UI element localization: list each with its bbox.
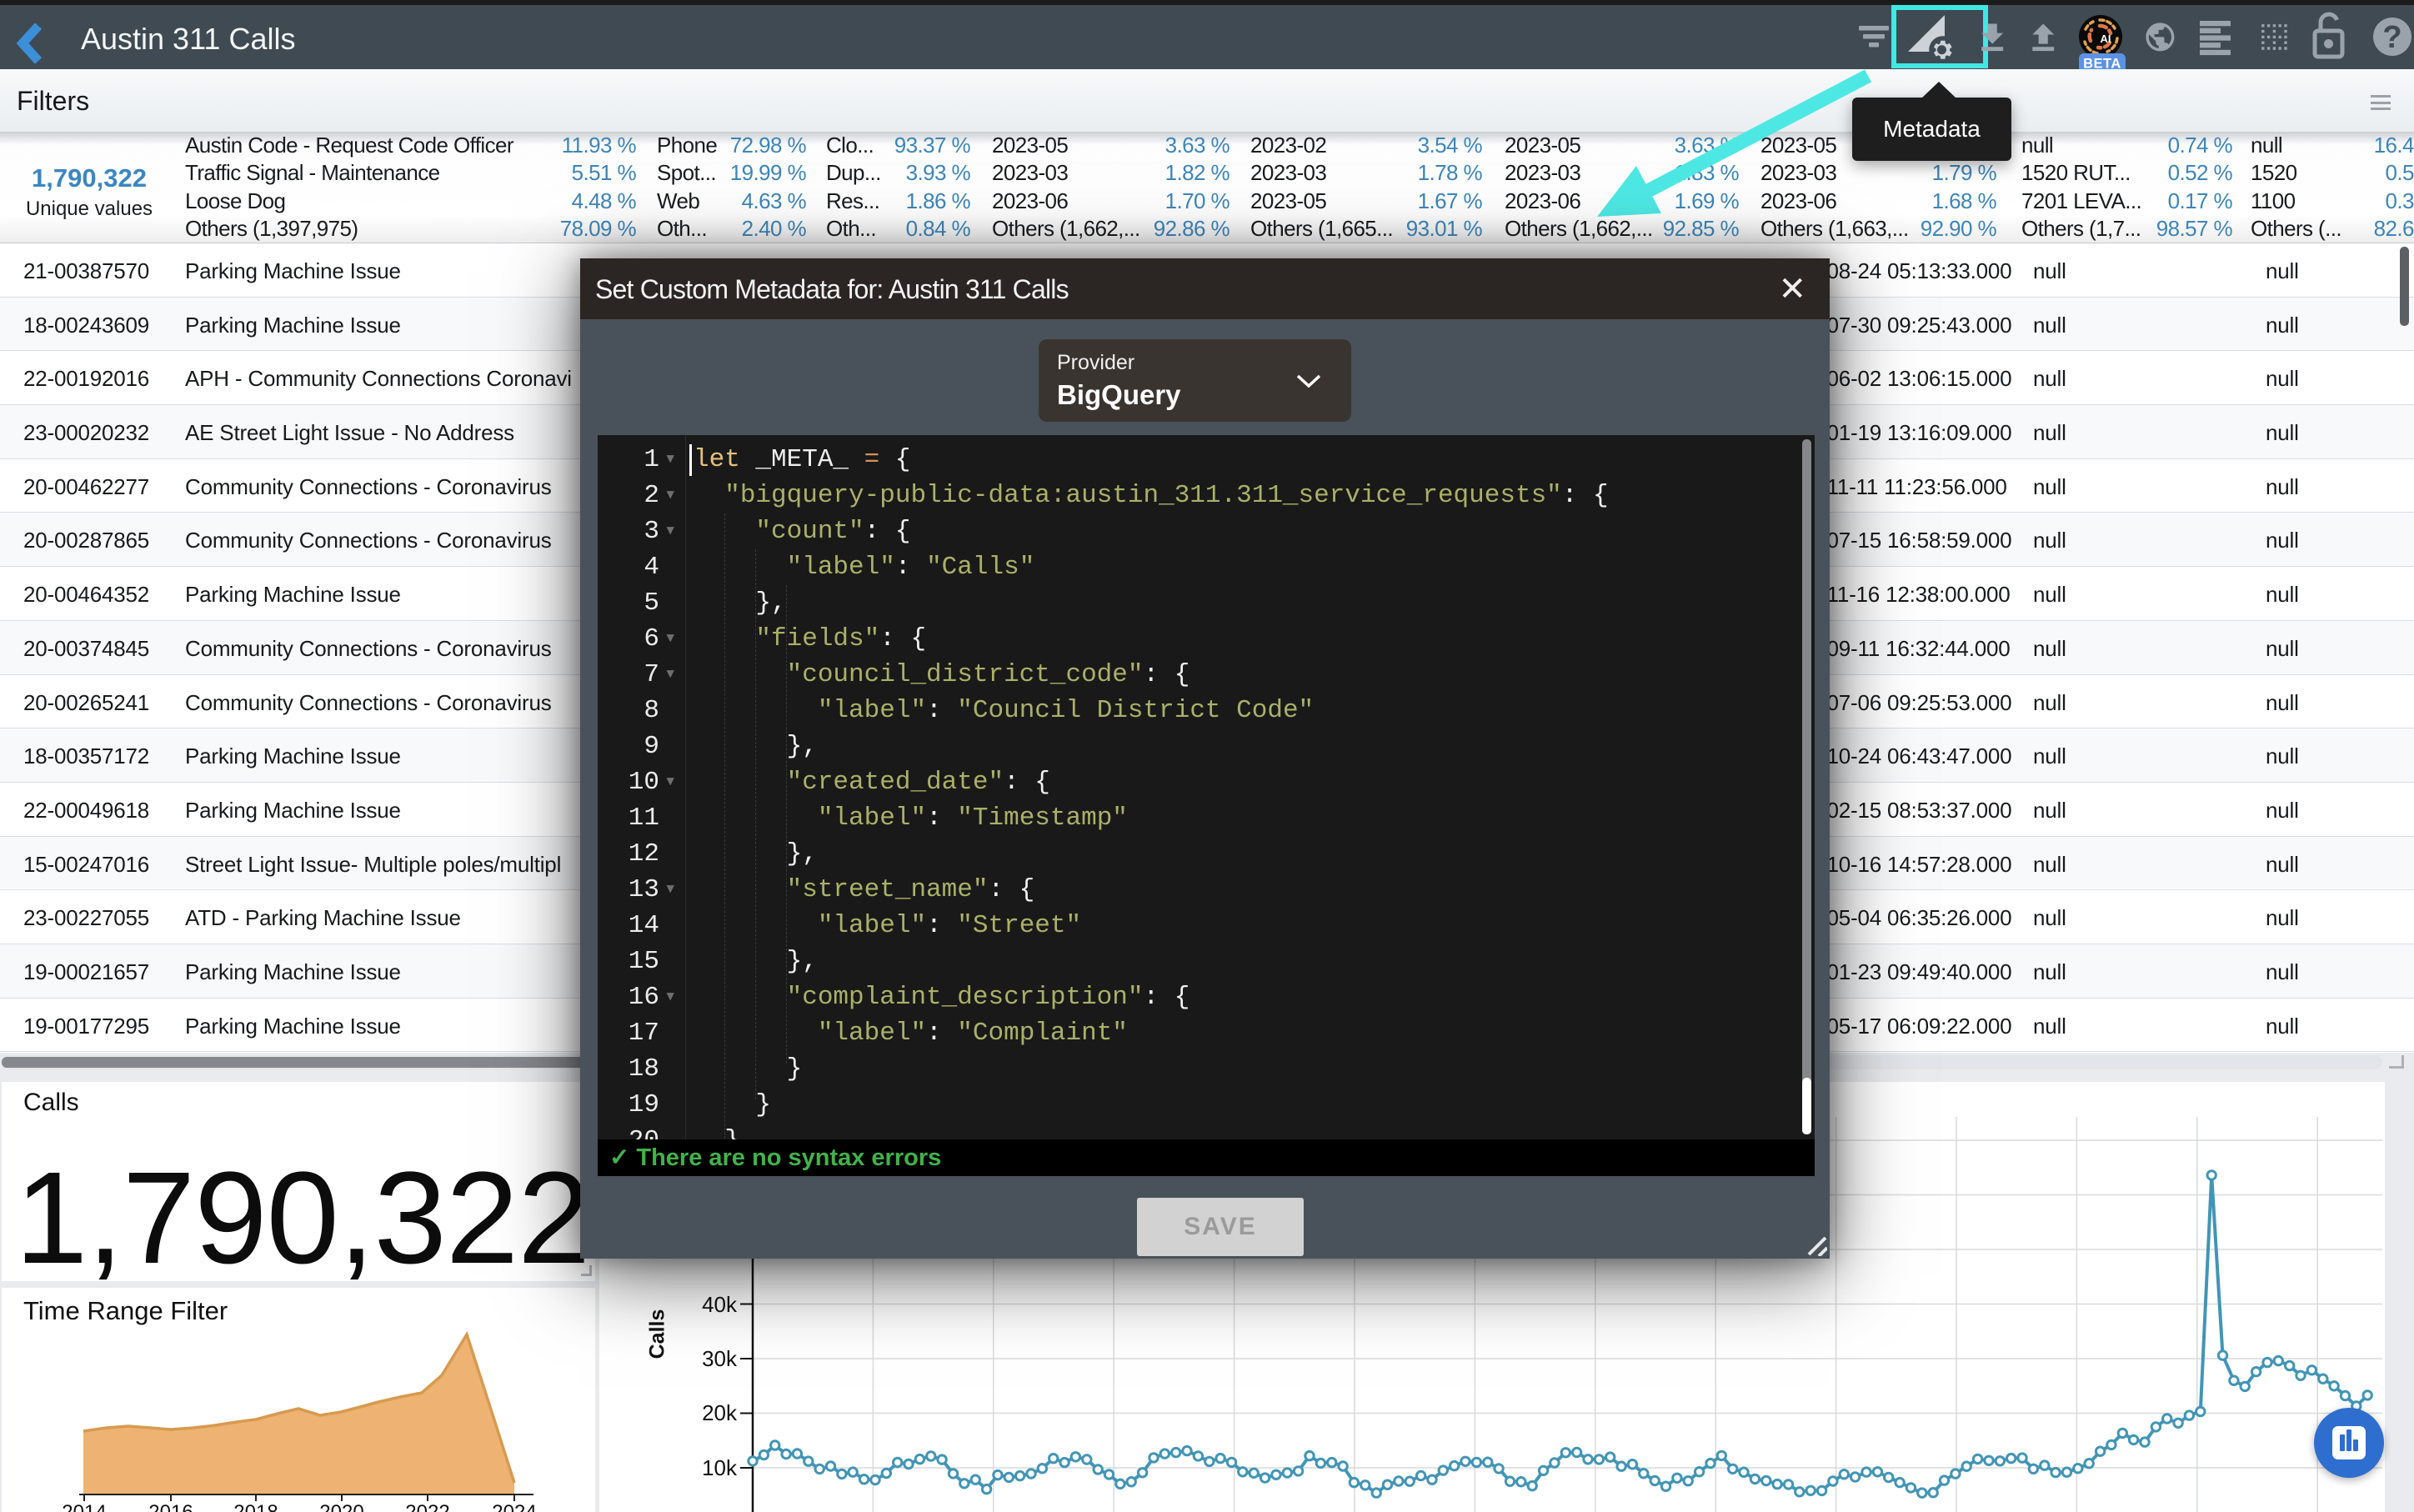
svg-text:20k: 20k [702, 1400, 738, 1425]
svg-text:2020: 2020 [319, 1501, 363, 1512]
svg-text:2016: 2016 [148, 1501, 193, 1512]
svg-text:2014: 2014 [62, 1501, 106, 1512]
svg-text:2022: 2022 [405, 1501, 449, 1512]
svg-text:10k: 10k [702, 1455, 738, 1480]
svg-text:40k: 40k [702, 1292, 738, 1317]
svg-text:30k: 30k [702, 1346, 738, 1371]
svg-text:2024: 2024 [492, 1501, 536, 1512]
svg-text:2018: 2018 [233, 1501, 278, 1512]
